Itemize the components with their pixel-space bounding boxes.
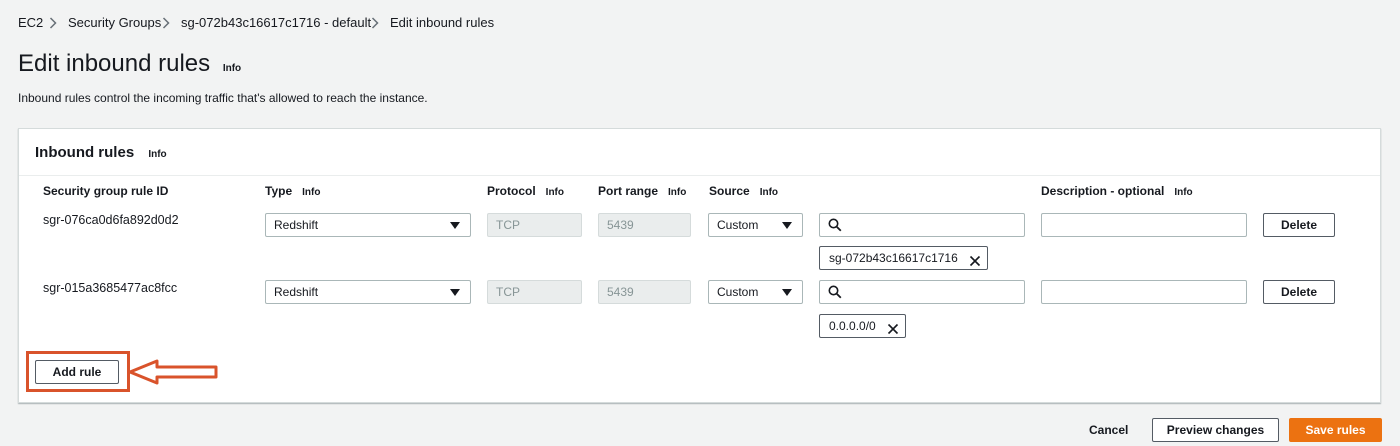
cancel-button[interactable]: Cancel — [1089, 423, 1128, 437]
type-select-value: Redshift — [274, 285, 319, 299]
protocol-field: TCP — [487, 213, 582, 237]
column-info-link[interactable]: Info — [668, 187, 686, 198]
column-header-description: Description - optional Info — [1041, 184, 1193, 198]
source-search-input[interactable] — [819, 213, 1025, 237]
close-icon[interactable] — [969, 252, 981, 274]
port-range-field: 5439 — [598, 280, 691, 304]
page-title-text: Edit inbound rules — [18, 50, 211, 77]
search-icon — [828, 218, 842, 237]
panel-title: Inbound rules Info — [35, 144, 167, 161]
caret-down-icon — [782, 289, 792, 296]
delete-button[interactable]: Delete — [1263, 213, 1335, 237]
source-select[interactable]: Custom — [708, 280, 803, 304]
description-input[interactable] — [1041, 280, 1247, 304]
source-select-value: Custom — [717, 218, 759, 232]
chevron-right-icon — [49, 17, 57, 29]
breadcrumb-security-groups[interactable]: Security Groups — [68, 15, 161, 30]
column-header-label: Protocol — [487, 184, 536, 198]
column-info-link[interactable]: Info — [760, 187, 778, 198]
preview-changes-button[interactable]: Preview changes — [1152, 418, 1279, 442]
column-header-label: Type — [265, 184, 293, 198]
column-info-link[interactable]: Info — [546, 187, 564, 198]
caret-down-icon — [782, 222, 792, 229]
source-token: sg-072b43c16617c1716 — [819, 246, 988, 270]
add-rule-button[interactable]: Add rule — [35, 360, 119, 384]
breadcrumb-current: Edit inbound rules — [390, 15, 495, 30]
protocol-field: TCP — [487, 280, 582, 304]
info-link[interactable]: Info — [223, 63, 241, 74]
column-info-link[interactable]: Info — [1174, 187, 1192, 198]
column-header-label: Port range — [598, 184, 659, 198]
caret-down-icon — [450, 289, 460, 296]
type-select-value: Redshift — [274, 218, 319, 232]
description-input[interactable] — [1041, 213, 1247, 237]
breadcrumb-security-group[interactable]: sg-072b43c16617c1716 - default — [181, 15, 371, 30]
type-select[interactable]: Redshift — [265, 213, 471, 237]
source-token-label: 0.0.0.0/0 — [829, 319, 876, 333]
source-select[interactable]: Custom — [708, 213, 803, 237]
source-token: 0.0.0.0/0 — [819, 314, 906, 338]
column-header-rule-id: Security group rule ID — [43, 184, 169, 198]
type-select[interactable]: Redshift — [265, 280, 471, 304]
source-token-label: sg-072b43c16617c1716 — [829, 251, 958, 265]
column-info-link[interactable]: Info — [302, 187, 320, 198]
inbound-rules-panel: Inbound rules Info Security group rule I… — [18, 128, 1381, 403]
breadcrumb-ec2[interactable]: EC2 — [18, 15, 43, 30]
column-header-protocol: Protocol Info — [487, 184, 564, 198]
rule-id: sgr-076ca0d6fa892d0d2 — [43, 213, 179, 227]
column-header-label: Source — [709, 184, 750, 198]
close-icon[interactable] — [887, 320, 899, 342]
port-range-field: 5439 — [598, 213, 691, 237]
column-header-port-range: Port range Info — [598, 184, 686, 198]
source-select-value: Custom — [717, 285, 759, 299]
save-rules-button[interactable]: Save rules — [1289, 418, 1382, 442]
chevron-right-icon — [162, 17, 170, 29]
delete-button[interactable]: Delete — [1263, 280, 1335, 304]
page-title: Edit inbound rules Info — [18, 50, 241, 78]
page-description: Inbound rules control the incoming traff… — [18, 91, 428, 105]
rule-id: sgr-015a3685477ac8fcc — [43, 281, 178, 295]
caret-down-icon — [450, 222, 460, 229]
source-search-input[interactable] — [819, 280, 1025, 304]
column-header-source: Source Info — [709, 184, 778, 198]
search-icon — [828, 285, 842, 304]
divider — [19, 175, 1380, 176]
chevron-right-icon — [371, 17, 379, 29]
panel-info-link[interactable]: Info — [148, 149, 166, 160]
arrow-left-icon — [128, 359, 218, 385]
column-header-label: Description - optional — [1041, 184, 1165, 198]
column-header-type: Type Info — [265, 184, 320, 198]
panel-title-text: Inbound rules — [35, 144, 135, 161]
